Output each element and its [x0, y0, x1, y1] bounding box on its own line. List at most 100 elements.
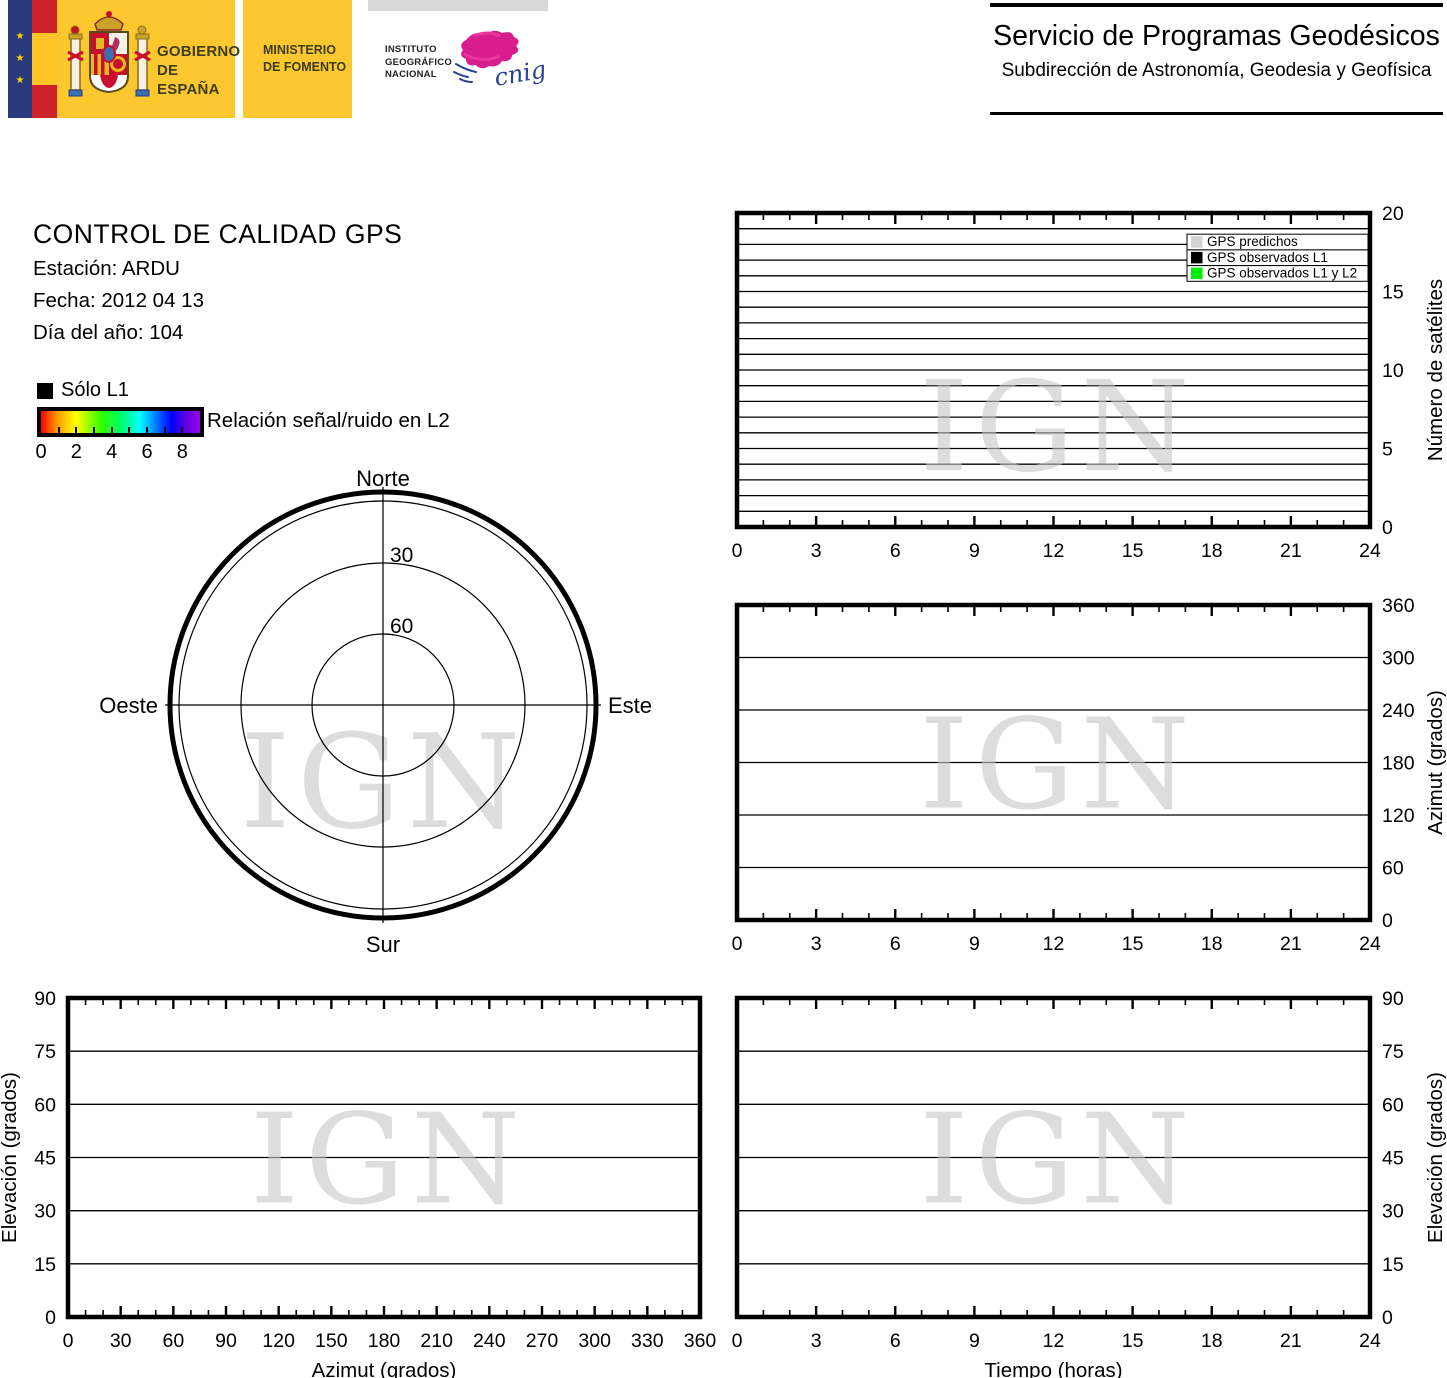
ring30-label: 30	[390, 544, 413, 567]
axis-label: 24	[1359, 1330, 1381, 1352]
axis-label: 30	[1382, 1201, 1404, 1223]
axis-label: 0	[1382, 910, 1393, 932]
snr-colorbar	[37, 407, 204, 437]
instituto-geografico-block: INSTITUTO GEOGRÁFICO NACIONAL cnig	[352, 0, 548, 118]
axis-label: 21	[1280, 1330, 1302, 1352]
axis-label: 45	[34, 1148, 56, 1170]
spain-flag-strip	[32, 0, 57, 118]
ign-watermark: IGN	[919, 1088, 1196, 1233]
service-subtitle: Subdirección de Astronomía, Geodesia y G…	[990, 60, 1443, 82]
axis-label: 30	[110, 1330, 132, 1352]
elevation-time-chart: IGN036912151821240153045607590Elevación …	[737, 998, 1370, 1317]
colorbar-tick-label: 0	[35, 441, 46, 464]
axis-label: 0	[732, 1330, 743, 1352]
axis-label: 3	[811, 540, 822, 562]
flag-red-band	[32, 85, 57, 118]
axis-label: 6	[890, 933, 901, 955]
eu-flag-strip: ★ ★ ★	[8, 0, 32, 118]
axis-label: 15	[1122, 933, 1144, 955]
north-label: Norte	[356, 466, 410, 491]
ministerio-fomento-label: MINISTERIO DE FOMENTO	[263, 42, 346, 76]
axis-label: 12	[1043, 1330, 1065, 1352]
y-axis-title: Número de satélites	[1424, 279, 1447, 461]
axis-label: 6	[890, 1330, 901, 1352]
legend-swatch-icon	[1191, 252, 1203, 263]
axis-label: 9	[969, 540, 980, 562]
colorbar-tick	[58, 427, 60, 433]
colorbar-tick-label: 6	[141, 441, 152, 464]
axis-label: 9	[969, 1330, 980, 1352]
axis-label: 18	[1201, 540, 1223, 562]
west-label: Oeste	[99, 693, 158, 718]
axis-label: 360	[1382, 595, 1415, 617]
axis-label: 60	[162, 1330, 184, 1352]
axis-label: 0	[1382, 1307, 1393, 1329]
axis-label: 90	[1382, 988, 1404, 1010]
day-of-year-line: Día del año: 104	[33, 321, 183, 345]
colorbar-tick	[181, 427, 183, 433]
ign-watermark: IGN	[919, 693, 1196, 838]
ign-watermark: IGN	[250, 1088, 527, 1233]
service-header: Servicio de Programas Geodésicos Subdire…	[990, 3, 1443, 115]
axis-label: 9	[969, 933, 980, 955]
snr-colorbar-caption: Relación señal/ruido en L2	[207, 409, 450, 433]
axis-label: 60	[1382, 858, 1404, 880]
axis-label: 240	[1382, 700, 1415, 722]
ign-watermark: IGN	[919, 355, 1196, 500]
axis-label: 24	[1359, 933, 1381, 955]
station-line: Estación: ARDU	[33, 257, 180, 281]
east-label: Este	[608, 693, 652, 718]
gray-strip	[368, 0, 548, 11]
ring60-label: 60	[390, 615, 413, 638]
gps-quality-report-page: ★ ★ ★	[0, 0, 1447, 1378]
axis-label: 180	[368, 1330, 401, 1352]
axis-label: 360	[684, 1330, 717, 1352]
axis-label: 6	[890, 540, 901, 562]
azimut-time-chart: IGN03691215182124060120180240300360Azimu…	[737, 605, 1370, 920]
axis-label: 15	[1382, 282, 1404, 304]
axis-label: 150	[315, 1330, 348, 1352]
axis-label: 75	[34, 1041, 56, 1063]
eu-star-icon: ★	[16, 32, 25, 42]
axis-label: 15	[1382, 1254, 1404, 1276]
axis-label: 0	[732, 933, 743, 955]
ministerio-fomento-block: MINISTERIO DE FOMENTO	[243, 0, 352, 118]
axis-label: 45	[1382, 1148, 1404, 1170]
eu-star-icon: ★	[16, 54, 25, 64]
y-axis-title: Elevación (grados)	[0, 1072, 21, 1243]
axis-label: 300	[1382, 648, 1415, 670]
axis-label: 3	[811, 1330, 822, 1352]
axis-label: 0	[732, 540, 743, 562]
axis-label: 12	[1043, 540, 1065, 562]
colorbar-tick-label: 4	[106, 441, 117, 464]
axis-label: 120	[262, 1330, 295, 1352]
satellite-count-chart: IGN0369121518212405101520Número de satél…	[737, 213, 1370, 527]
legend-entry-label: GPS predichos	[1207, 234, 1298, 249]
elevation-azimut-chart: IGN0306090120150180210240270300330360015…	[68, 998, 700, 1317]
flag-red-band	[32, 0, 57, 33]
x-axis-title: Tiempo (horas)	[984, 1359, 1122, 1378]
solo-l1-legend: Sólo L1	[37, 379, 129, 402]
axis-label: 18	[1201, 933, 1223, 955]
colorbar-tick	[146, 427, 148, 433]
flag-yellow-band	[32, 33, 57, 85]
colorbar-tick-label: 2	[71, 441, 82, 464]
axis-label: 300	[578, 1330, 611, 1352]
eu-star-icon: ★	[16, 76, 25, 86]
axis-label: 3	[811, 933, 822, 955]
solo-l1-swatch-icon	[37, 383, 53, 399]
axis-label: 30	[34, 1201, 56, 1223]
y-axis-title: Elevación (grados)	[1424, 1072, 1447, 1243]
colorbar-tick	[164, 427, 166, 433]
axis-label: 330	[631, 1330, 664, 1352]
axis-label: 60	[1382, 1094, 1404, 1116]
axis-label: 12	[1043, 933, 1065, 955]
instituto-geografico-label: INSTITUTO GEOGRÁFICO NACIONAL	[385, 44, 452, 82]
axis-label: 180	[1382, 753, 1415, 775]
colorbar-tick	[93, 427, 95, 433]
axis-label: 15	[34, 1254, 56, 1276]
solo-l1-label: Sólo L1	[61, 379, 129, 402]
axis-label: 120	[1382, 805, 1415, 827]
legend-entry-label: GPS observados L1	[1207, 250, 1328, 265]
axis-label: 5	[1382, 439, 1393, 461]
